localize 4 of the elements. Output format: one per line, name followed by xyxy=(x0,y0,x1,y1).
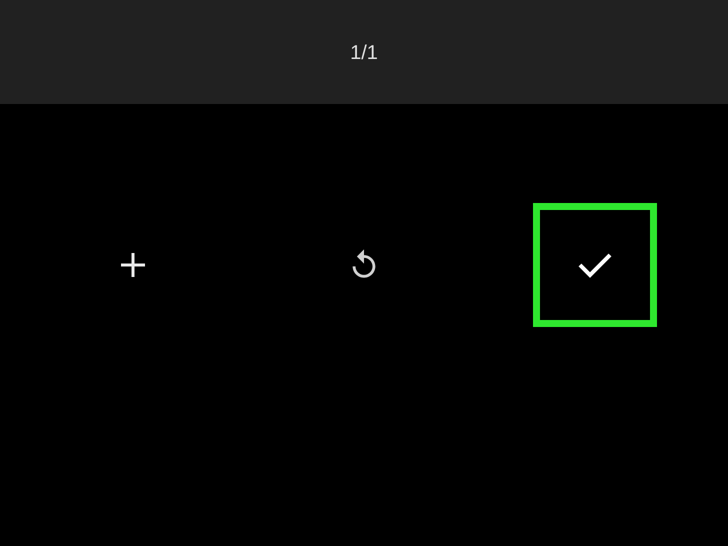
add-icon xyxy=(118,250,148,280)
check-icon xyxy=(577,251,613,279)
check-button[interactable] xyxy=(533,203,657,327)
page-indicator: 1/1 xyxy=(350,41,378,66)
